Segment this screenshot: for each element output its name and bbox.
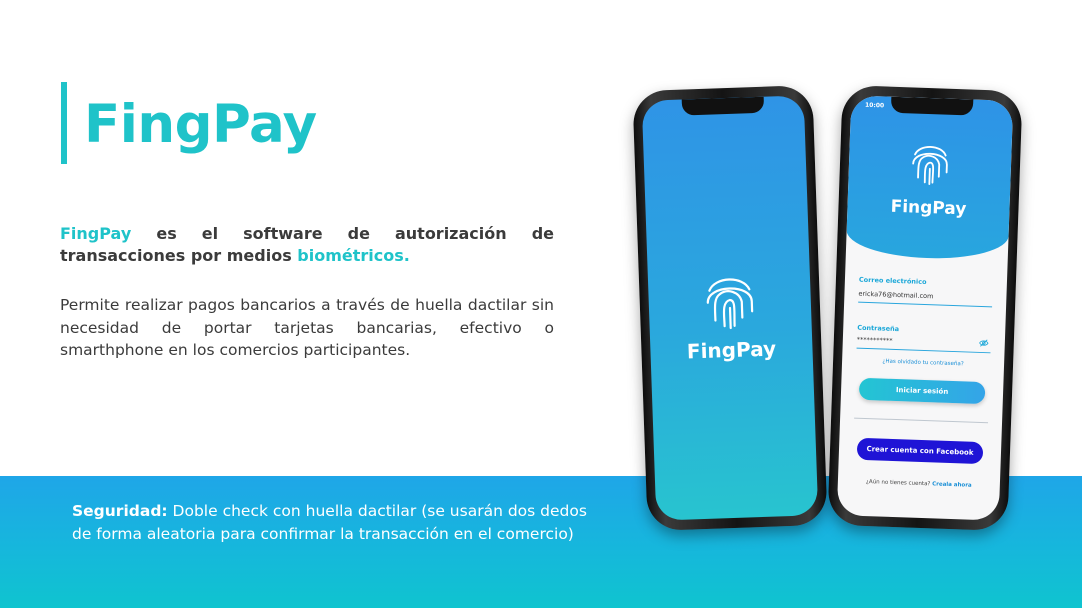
security-label: Seguridad: [72,502,168,520]
password-underline [856,347,991,354]
splash-screen: FingPay [641,95,819,521]
login-header: FingPay [845,95,1014,261]
fingerprint-icon [706,278,754,330]
description-paragraph: Permite realizar pagos bancarios a travé… [60,296,554,359]
login-app-name: FingPay [890,196,967,220]
forgot-password-link[interactable]: ¿Has olvidado tu contraseña? [842,357,1004,369]
splash-app-name: FingPay [686,336,777,364]
intro-highlight: biométricos. [297,246,410,265]
login-screen: 10:00 FingPay Correo electrónico ericka7… [836,95,1014,521]
signup-row: ¿Aún no tienes cuenta? Creala ahora [838,478,1000,490]
phone-notch [890,96,974,116]
divider [854,417,989,424]
email-field[interactable]: ericka76@hotmail.com [858,290,933,301]
fingerprint-icon [912,145,948,185]
page-title: FingPay [84,94,317,155]
email-underline [858,301,993,308]
security-paragraph: Seguridad: Doble check con huella dactil… [72,500,592,546]
phone-login: 10:00 FingPay Correo electrónico ericka7… [827,84,1023,532]
login-button[interactable]: Iniciar sesión [858,377,986,405]
password-field[interactable]: *********** [857,336,893,345]
intro-paragraph: FingPay es el software de autorización d… [60,223,554,267]
eye-off-icon[interactable] [979,338,989,348]
email-label: Correo electrónico [858,275,927,287]
signup-link[interactable]: Creala ahora [932,481,972,488]
status-time: 10:00 [864,101,885,110]
password-label: Contraseña [857,323,900,334]
signup-prompt: ¿Aún no tienes cuenta? [865,479,931,488]
phone-splash: FingPay [632,84,828,532]
intro-brand: FingPay [60,224,132,243]
facebook-signup-button[interactable]: Crear cuenta con Facebook [856,437,984,465]
title-accent-bar [61,82,67,164]
phone-notch [681,96,765,116]
